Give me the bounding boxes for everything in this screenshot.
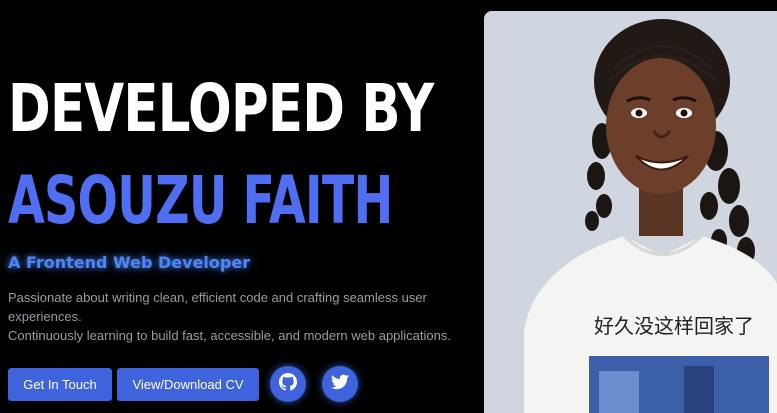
get-in-touch-button[interactable]: Get In Touch <box>8 368 112 401</box>
headline-developed-by: DEVELOPED BY <box>8 70 434 147</box>
description-line-2: Continuously learning to build fast, acc… <box>8 328 451 343</box>
portrait-illustration: 好久没这样回家了 <box>484 11 777 413</box>
headline-name: ASOUZU FAITH <box>8 162 393 239</box>
view-download-cv-button[interactable]: View/Download CV <box>117 368 259 401</box>
description-line-1: Passionate about writing clean, efficien… <box>8 290 427 324</box>
profile-photo: 好久没这样回家了 <box>484 11 777 413</box>
role-subtitle: A Frontend Web Developer <box>8 253 251 272</box>
intro-description: Passionate about writing clean, efficien… <box>8 288 478 345</box>
shirt-text: 好久没这样回家了 <box>594 314 754 338</box>
twitter-icon <box>331 374 349 395</box>
github-link[interactable] <box>270 366 306 402</box>
twitter-link[interactable] <box>322 366 358 402</box>
github-icon <box>279 372 297 396</box>
